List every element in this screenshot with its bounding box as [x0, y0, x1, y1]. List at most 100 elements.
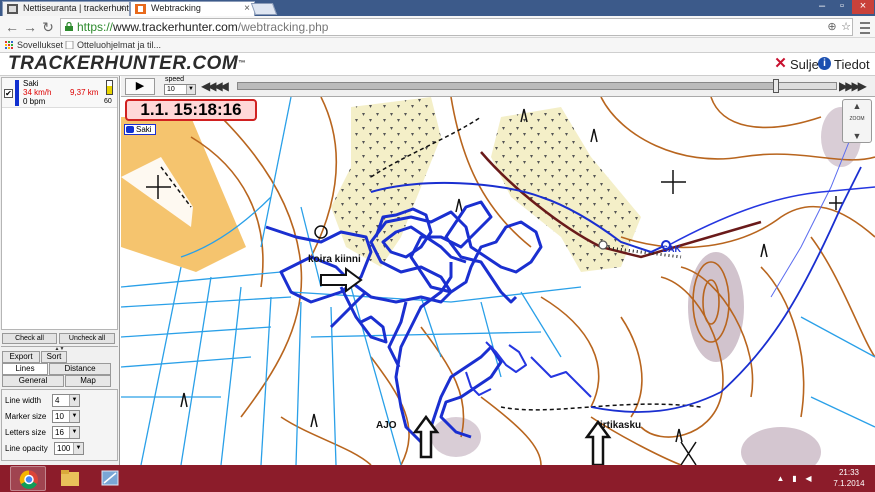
screen: Nettiseuranta | trackerhunt × Webtrackin… — [0, 0, 875, 492]
lock-icon — [65, 22, 73, 31]
zoom-out-icon[interactable]: ▼ — [850, 132, 864, 141]
line-width-value: 4 — [55, 396, 60, 405]
browser-toolbar: ← → ↻ https://www.trackerhunter.com/webt… — [0, 16, 875, 38]
reload-icon[interactable]: ↻ — [40, 18, 56, 36]
file-explorer-taskbar-icon[interactable] — [52, 466, 88, 491]
letters-size-row: Letters size 16 ▼ — [4, 426, 118, 440]
browser-tab-nettiseuranta[interactable]: Nettiseuranta | trackerhunt × — [2, 1, 130, 16]
line-opacity-select[interactable]: 100 ▼ — [54, 442, 84, 455]
tab-map[interactable]: Map — [65, 375, 111, 387]
maximize-icon[interactable]: ▫ — [832, 0, 852, 14]
speed-label: speed — [165, 76, 185, 83]
zoom-label: ZOOM — [849, 116, 865, 122]
bookmark-star-icon[interactable]: ☆ — [839, 19, 853, 35]
lines-settings-panel: Line width 4 ▼ Marker size 10 ▼ Letters si… — [1, 389, 118, 461]
playback-bar: ▶ speed 10 ▼ ◀◀◀◀ ▶▶▶▶ — [121, 76, 875, 97]
uncheck-all-button[interactable]: Uncheck all — [59, 333, 115, 344]
marker-size-select[interactable]: 10 ▼ — [52, 410, 80, 423]
site-header: TRACKERHUNTER.COM™ ✕ Sulje i Tiedot — [0, 53, 875, 76]
chrome-menu-icon[interactable] — [858, 19, 872, 35]
map-annotation-ajo: AJO — [376, 420, 397, 431]
timeline-fill — [238, 83, 776, 89]
line-opacity-label: Line opacity — [5, 444, 48, 453]
map-annotation-irtikasku: irtikasku — [600, 420, 642, 431]
tracker-color-swatch — [15, 80, 19, 106]
line-opacity-row: Line opacity 100 ▼ — [4, 442, 118, 456]
map-view[interactable]: 1.1. 15:18:16 Saki ▲ ZOOM ▼ koira kiinni… — [121, 97, 875, 465]
chrome-logo-icon — [19, 470, 38, 489]
tracker-list: ✔ Saki 34 km/h 9,37 km 0 bpm 60 — [1, 77, 118, 330]
tray-up-arrow-icon[interactable]: ▲ — [776, 474, 785, 483]
tab-general[interactable]: General — [2, 375, 64, 387]
chrome-taskbar-icon[interactable] — [10, 466, 46, 491]
tracker-checkbox[interactable]: ✔ — [4, 89, 13, 98]
bookmark-apps[interactable]: Sovellukset — [4, 38, 63, 52]
tab-sort[interactable]: Sort — [41, 351, 67, 363]
tab-title: Nettiseuranta | trackerhunt — [23, 3, 129, 13]
window-app-icon — [101, 470, 119, 486]
forward-arrow-icon[interactable]: → — [22, 18, 38, 36]
speed-value: 10 — [167, 86, 175, 93]
tab-close-icon[interactable]: × — [119, 2, 125, 15]
clock-date: 7.1.2014 — [833, 479, 865, 488]
chevron-down-icon: ▼ — [69, 395, 79, 406]
letters-size-value: 16 — [55, 428, 64, 437]
speed-select[interactable]: 10 ▼ — [164, 84, 196, 95]
address-bar[interactable]: https://www.trackerhunter.com/webtrackin… — [60, 18, 853, 36]
rewind-button[interactable]: ◀◀◀◀ — [201, 80, 235, 93]
tab-distance[interactable]: Distance — [49, 363, 111, 375]
trackerhunter-logo: TRACKERHUNTER.COM™ — [8, 54, 246, 74]
logo-text: TRACKERHUNTER.COM — [8, 53, 239, 74]
bookmark-label: Sovellukset — [17, 40, 64, 50]
play-button[interactable]: ▶ — [125, 78, 155, 95]
info-button[interactable]: i Tiedot — [818, 57, 870, 72]
fast-forward-button[interactable]: ▶▶▶▶ — [839, 80, 873, 93]
line-opacity-value: 100 — [57, 444, 71, 453]
zoom-magnifier-icon[interactable]: ⊕ — [825, 19, 839, 35]
legend-swatch — [126, 126, 134, 133]
close-button[interactable]: ✕ Sulje — [774, 56, 819, 72]
chevron-down-icon: ▼ — [186, 85, 195, 94]
map-annotation-koira: koira kiinni — [308, 254, 361, 265]
tab-export[interactable]: Export — [2, 351, 40, 363]
new-tab-button[interactable] — [250, 3, 278, 15]
timeline-thumb[interactable] — [773, 79, 779, 93]
app-taskbar-icon[interactable] — [92, 466, 128, 491]
orienteering-map — [121, 97, 875, 465]
bookmark-otteluohjelmat[interactable]: Otteluohjelmat ja til... — [64, 38, 161, 52]
minimize-icon[interactable]: – — [812, 0, 832, 14]
bookmarks-bar: Sovellukset Otteluohjelmat ja til... — [0, 38, 875, 53]
tracker-speed: 34 km/h — [23, 88, 52, 97]
window-close-icon[interactable]: × — [852, 0, 874, 14]
panel-splitter-handle[interactable]: ▲▼ — [1, 346, 118, 352]
tab-close-icon[interactable]: × — [244, 2, 250, 15]
zoom-in-icon[interactable]: ▲ — [850, 102, 864, 111]
logo-tm: ™ — [238, 60, 246, 67]
browser-tab-webtracking[interactable]: Webtracking × — [130, 1, 255, 16]
url-path: /webtracking.php — [237, 20, 329, 34]
tracker-row[interactable]: ✔ Saki 34 km/h 9,37 km 0 bpm 60 — [2, 78, 117, 108]
back-arrow-icon[interactable]: ← — [4, 18, 20, 36]
tracker-distance: 9,37 km — [70, 88, 99, 97]
timeline-slider[interactable] — [237, 79, 837, 93]
map-legend: Saki — [124, 124, 156, 135]
letters-size-select[interactable]: 16 ▼ — [52, 426, 80, 439]
line-width-select[interactable]: 4 ▼ — [52, 394, 80, 407]
letters-size-label: Letters size — [5, 428, 46, 437]
battery-value: 60 — [104, 98, 112, 105]
line-width-label: Line width — [5, 396, 42, 405]
network-icon[interactable]: ▮ — [790, 474, 799, 483]
zoom-control: ▲ ZOOM ▼ — [842, 99, 872, 143]
tracker-heart-rate: 0 bpm — [23, 97, 46, 106]
webtracking-favicon-icon — [135, 4, 146, 14]
browser-tab-strip: Nettiseuranta | trackerhunt × Webtrackin… — [0, 0, 875, 16]
check-all-button[interactable]: Check all — [2, 333, 57, 344]
chevron-down-icon: ▼ — [69, 411, 79, 422]
windows-taskbar: ▲ ▮ ◀ 21:33 7.1.2014 — [0, 465, 875, 492]
playback-time-display: 1.1. 15:18:16 — [125, 99, 257, 121]
apps-grid-icon — [5, 41, 13, 49]
volume-icon[interactable]: ◀ — [804, 474, 813, 483]
url-scheme: https:// — [77, 20, 114, 34]
tab-lines[interactable]: Lines — [2, 363, 48, 375]
system-clock[interactable]: 21:33 7.1.2014 — [826, 467, 872, 489]
